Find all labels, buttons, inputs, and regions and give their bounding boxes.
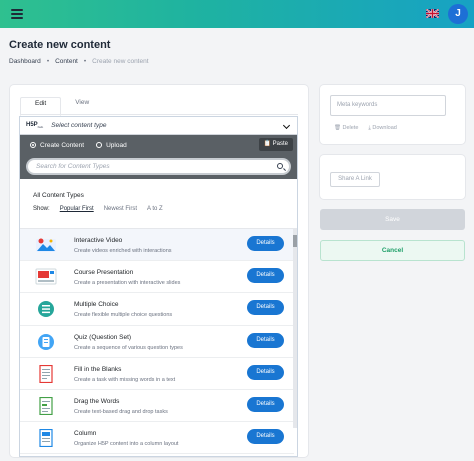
download-button[interactable]: ⤓ Download — [368, 125, 396, 132]
hamburger-icon[interactable] — [11, 9, 23, 19]
content-hub: H5Phub Select content type Create Conten… — [19, 116, 298, 457]
details-button[interactable]: Details — [247, 236, 284, 251]
list-item[interactable]: Multiple Choice Create flexible multiple… — [20, 293, 294, 326]
item-title: Column — [74, 430, 97, 438]
item-description: Organize H5P content into a column layou… — [74, 441, 179, 448]
save-button[interactable]: Save — [320, 209, 465, 230]
h5p-logo: H5Phub — [26, 121, 44, 130]
chevron-down-icon[interactable] — [282, 121, 291, 130]
section-title: All Content Types — [33, 192, 84, 199]
details-button[interactable]: Details — [247, 396, 284, 412]
multiple-choice-icon — [38, 301, 54, 318]
breadcrumb-content[interactable]: Content — [55, 58, 78, 65]
share-card: Share A Link — [320, 155, 465, 199]
sort-options: Show: Popular First Newest First A to Z — [33, 206, 163, 212]
item-description: Create a sequence of various question ty… — [74, 344, 183, 351]
user-avatar[interactable]: J — [448, 4, 468, 24]
search-area: Search for Content Types — [20, 155, 297, 179]
fill-blanks-icon — [39, 364, 53, 383]
editor-card: Edit View H5Phub Select content type Cre… — [10, 85, 308, 457]
interactive-video-icon — [36, 238, 56, 252]
item-description: Create a presentation with interactive s… — [74, 280, 181, 287]
list-item[interactable]: Fill in the Blanks Create a task with mi… — [20, 358, 294, 390]
search-icon[interactable] — [277, 163, 283, 169]
select-placeholder: Select content type — [51, 122, 107, 129]
quiz-icon — [38, 333, 54, 350]
breadcrumb: Dashboard • Content • Create new content — [9, 58, 149, 65]
item-description: Create a task with missing words in a te… — [74, 376, 176, 383]
list-item[interactable]: Column Organize H5P content into a colum… — [20, 422, 294, 455]
sort-popular[interactable]: Popular First — [60, 206, 94, 212]
column-icon — [39, 429, 53, 448]
item-description: Create videos enriched with interactions — [74, 248, 172, 254]
item-description: Create flexible multiple choice question… — [74, 312, 173, 319]
list-item[interactable]: Drag the Words Create text-based drag an… — [20, 390, 294, 423]
meta-keywords-input[interactable]: Meta keywords — [330, 95, 446, 116]
breadcrumb-current: Create new content — [92, 58, 149, 65]
item-title: Multiple Choice — [74, 301, 119, 309]
breadcrumb-dashboard[interactable]: Dashboard — [9, 58, 41, 65]
top-bar: J — [0, 0, 474, 28]
scrollbar-track[interactable] — [293, 228, 297, 428]
meta-actions: 🗑 Delete ⤓ Download — [334, 125, 397, 132]
course-presentation-icon — [35, 268, 57, 285]
sort-newest[interactable]: Newest First — [104, 206, 137, 212]
details-button[interactable]: Details — [247, 300, 284, 316]
create-content-option[interactable]: Create Content — [30, 142, 84, 149]
item-title: Interactive Video — [74, 237, 123, 244]
content-type-selector[interactable]: H5Phub Select content type — [20, 117, 297, 135]
item-title: Course Presentation — [74, 269, 134, 277]
breadcrumb-separator: • — [83, 58, 87, 65]
radio-selected-icon — [30, 142, 36, 148]
list-item[interactable]: Course Presentation Create a presentatio… — [20, 261, 294, 294]
sort-a-to-z[interactable]: A to Z — [147, 206, 163, 212]
list-item[interactable]: Quiz (Question Set) Create a sequence of… — [20, 326, 294, 358]
radio-icon — [96, 142, 103, 148]
hub-nav: Create Content Upload 📋 Paste — [20, 135, 297, 155]
search-input[interactable]: Search for Content Types — [26, 158, 291, 175]
drag-words-icon — [39, 396, 53, 415]
item-title: Fill in the Blanks — [74, 365, 122, 373]
show-label: Show: — [33, 206, 50, 212]
paste-button[interactable]: 📋 Paste — [258, 138, 293, 151]
details-button[interactable]: Details — [247, 364, 284, 380]
page-title: Create new content — [9, 39, 111, 51]
cancel-button[interactable]: Cancel — [320, 240, 465, 261]
item-title: Drag the Words — [74, 397, 120, 405]
details-button[interactable]: Details — [247, 268, 284, 284]
content-type-list: Interactive Video Create videos enriched… — [20, 228, 294, 455]
details-button[interactable]: Details — [247, 429, 284, 445]
upload-option[interactable]: Upload — [96, 142, 127, 149]
breadcrumb-separator: • — [46, 58, 50, 65]
uk-flag-icon[interactable] — [426, 9, 439, 18]
list-item[interactable]: Interactive Video Create videos enriched… — [20, 229, 294, 262]
scrollbar-thumb[interactable] — [293, 235, 297, 247]
share-link-button[interactable]: Share A Link — [330, 172, 380, 187]
tab-divider — [20, 114, 298, 115]
meta-card: Meta keywords 🗑 Delete ⤓ Download — [320, 85, 465, 144]
item-description: Create text-based drag and drop tasks — [74, 408, 168, 415]
item-title: Quiz (Question Set) — [74, 333, 132, 341]
delete-button[interactable]: 🗑 Delete — [334, 125, 358, 132]
details-button[interactable]: Details — [247, 332, 284, 348]
